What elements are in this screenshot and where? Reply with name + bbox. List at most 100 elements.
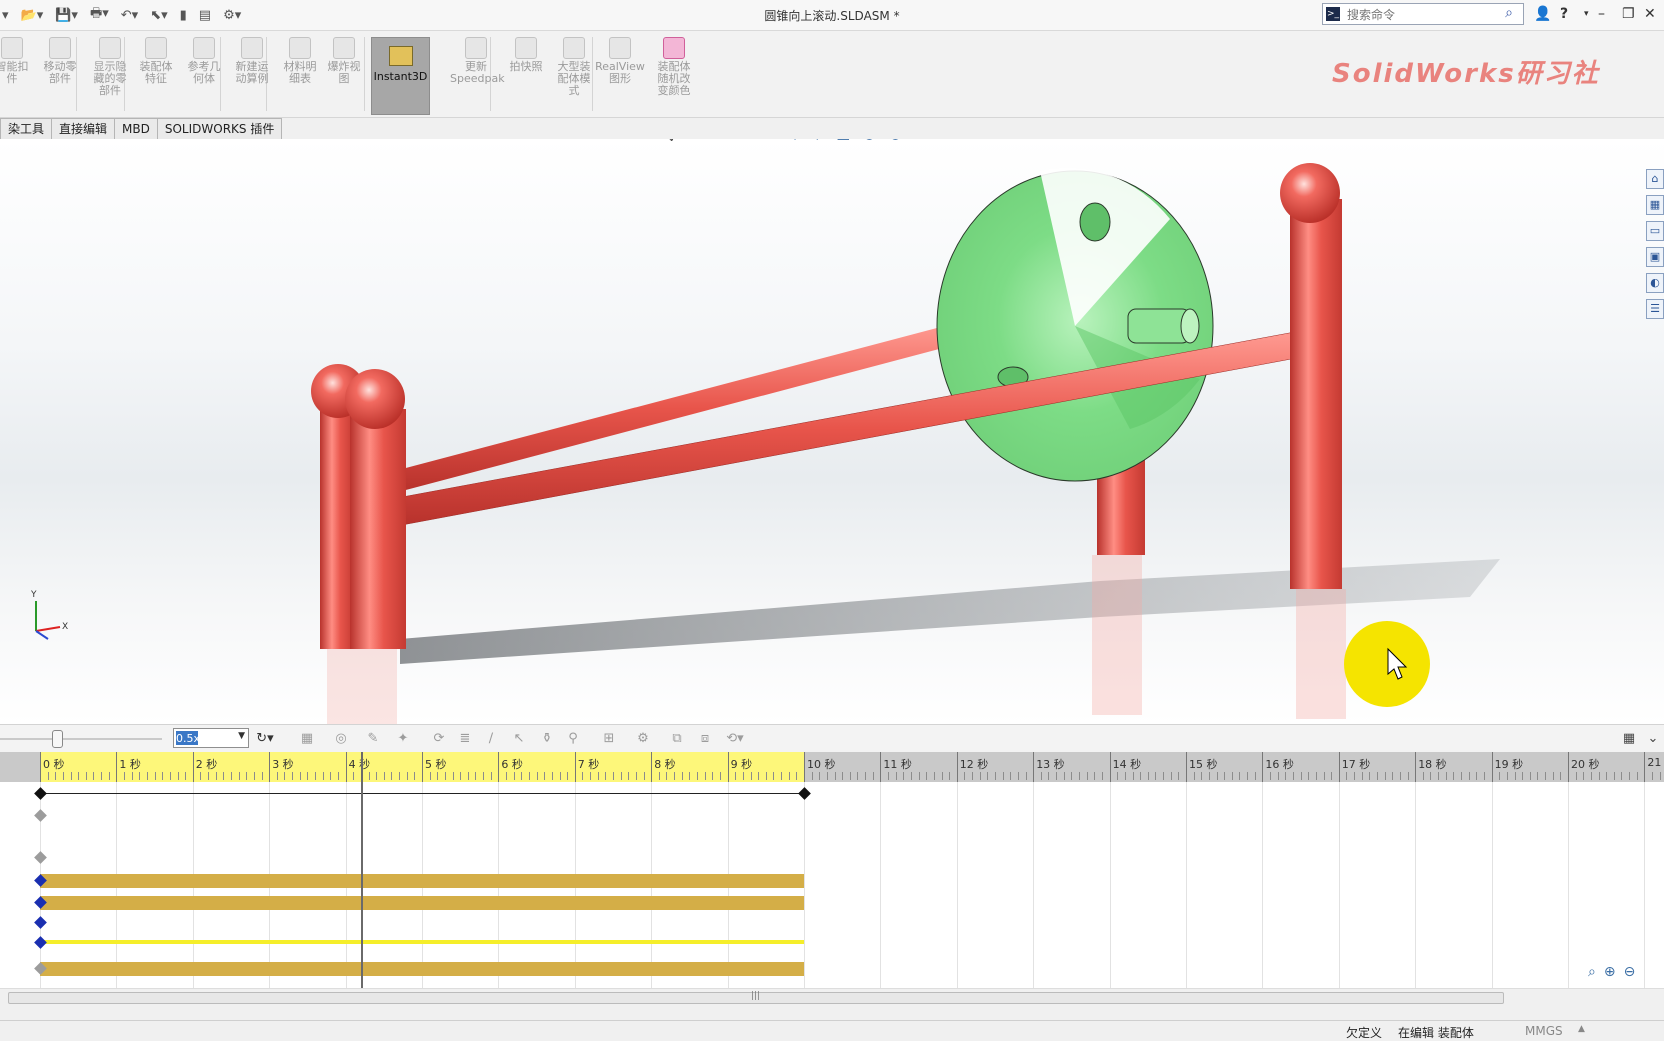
search-commands-box[interactable]: >_ ⌕ xyxy=(1322,3,1524,25)
playback-loop-icon[interactable]: ↻▾ xyxy=(256,730,274,748)
close-icon[interactable]: ✕ xyxy=(1644,6,1656,22)
timeline-scrollbar[interactable]: ||| xyxy=(0,988,1664,1007)
key-diamond[interactable] xyxy=(34,851,47,864)
ribbon-button-new-motion-study[interactable]: 新建运 动算例 xyxy=(226,35,278,85)
motor-icon[interactable]: ⟳ xyxy=(430,730,448,748)
time-slider-track[interactable] xyxy=(0,738,162,740)
time-gridline xyxy=(956,782,958,988)
motor-track-bar[interactable] xyxy=(40,940,804,944)
search-icon[interactable]: ⌕ xyxy=(1505,5,1513,21)
ribbon-button-smart-fastener[interactable]: 智能扣 件 xyxy=(0,35,38,85)
add-key-icon[interactable]: ✦ xyxy=(394,730,412,748)
save-animation-icon[interactable]: ▦ xyxy=(298,730,316,748)
instant3d-label: Instant3D xyxy=(373,70,428,83)
help-button[interactable]: ? xyxy=(1560,6,1568,22)
minor-tick xyxy=(1124,772,1126,780)
damper-icon[interactable]: ∕ xyxy=(482,730,500,748)
key-diamond[interactable] xyxy=(34,916,47,929)
minor-tick xyxy=(1277,772,1279,780)
time-ruler[interactable]: 0 秒 1 秒 2 秒 3 秒 4 秒 5 秒 6 秒 7 秒 8 秒 9 秒 10 秒 11 秒 12… xyxy=(0,752,1664,782)
playback-speed-select[interactable]: ▼ xyxy=(173,728,249,748)
scrollbar-thumb[interactable]: ||| xyxy=(8,991,1504,1004)
help-dropdown-icon[interactable]: ▾ xyxy=(1584,9,1589,19)
end-key-diamond[interactable] xyxy=(798,787,811,800)
ribbon-button-realview[interactable]: RealView 图形 xyxy=(594,35,646,85)
key-diamond[interactable] xyxy=(34,809,47,822)
minor-tick xyxy=(1377,772,1378,780)
time-tick-label: 1 秒 xyxy=(116,752,141,782)
minimize-icon[interactable]: – xyxy=(1598,6,1605,22)
contact-icon[interactable]: ⚱ xyxy=(538,730,556,748)
assembly-model[interactable]: Y X xyxy=(0,139,1664,724)
minor-tick xyxy=(559,772,561,780)
command-tabs: 染工具 直接编辑 MBD SOLIDWORKS 插件 xyxy=(0,118,283,139)
gravity-icon[interactable]: ⚲ xyxy=(564,730,582,748)
minor-tick xyxy=(1094,772,1096,780)
time-slider-thumb[interactable] xyxy=(52,730,63,748)
tab-direct-editing[interactable]: 直接编辑 xyxy=(51,118,116,139)
graphics-area[interactable]: ⤓ 🔍 ⌕ ✎ ▭ ✥ ◆ ◈▾ ▣▾ ◉▾ ◍▾ 🖵▾ ◧ ◨ – ❐ ✕ ⌂… xyxy=(0,139,1664,724)
minor-tick xyxy=(1629,772,1631,780)
minor-tick xyxy=(949,772,951,780)
unit-system-dropdown-icon[interactable]: ▲ xyxy=(1578,1024,1585,1034)
search-input[interactable] xyxy=(1345,6,1499,24)
ribbon-button-exploded-view[interactable]: 爆炸视 图 xyxy=(318,35,370,85)
time-tick-label: 7 秒 xyxy=(574,752,600,782)
minor-tick xyxy=(995,772,996,780)
start-key-diamond[interactable] xyxy=(34,787,47,800)
tab-render-tools[interactable]: 染工具 xyxy=(0,118,53,139)
exploded-view-icon xyxy=(333,37,355,59)
animation-wizard-icon[interactable]: ◎ xyxy=(332,730,350,748)
ribbon-button-label: 显示隐 藏的零 部件 xyxy=(93,60,127,97)
component-track-bar[interactable] xyxy=(40,896,804,910)
tab-mbd[interactable]: MBD xyxy=(114,118,158,139)
minor-tick xyxy=(1056,772,1058,780)
ribbon-button-speedpak[interactable]: 更新 Speedpak xyxy=(450,35,505,85)
unit-system[interactable]: MMGS xyxy=(1525,1024,1563,1038)
ribbon-button-reference-geometry[interactable]: 参考几 何体 xyxy=(178,35,230,85)
time-gridline xyxy=(1415,782,1417,988)
results-plots-icon[interactable]: ⊞ xyxy=(600,730,618,748)
timeline-view-icon[interactable]: ▦ xyxy=(1620,730,1638,748)
ribbon-button-move-component[interactable]: 移动零 部件 xyxy=(34,35,86,85)
force-icon[interactable]: ↖ xyxy=(510,730,528,748)
minor-tick xyxy=(330,772,332,780)
chevron-down-icon[interactable]: ▼ xyxy=(238,731,245,741)
ribbon-button-large-assembly[interactable]: 大型装 配体模 式 xyxy=(548,35,600,97)
expand-timeline-icon[interactable]: ⧈ xyxy=(696,730,714,748)
collapse-motion-manager-icon[interactable]: ⌄ xyxy=(1644,730,1662,748)
time-tick-label: 2 秒 xyxy=(192,752,218,782)
minor-tick xyxy=(1254,772,1256,780)
minor-tick xyxy=(376,772,378,780)
left-post-front xyxy=(350,409,406,649)
minor-tick xyxy=(1636,772,1638,780)
current-time-bar[interactable] xyxy=(360,752,363,988)
collapse-timeline-icon[interactable]: ⧉ xyxy=(668,730,686,748)
ribbon-button-assembly-feature[interactable]: 装配体 特征 xyxy=(130,35,182,85)
motion-study-properties-icon[interactable]: ⚙ xyxy=(634,730,652,748)
minor-tick xyxy=(1522,772,1524,780)
zoom-to-fit-timeline-icon[interactable]: ⌕ xyxy=(1588,964,1596,980)
minor-tick xyxy=(605,772,607,780)
minor-tick xyxy=(208,772,210,780)
zoom-out-timeline-icon[interactable]: ⊖ xyxy=(1624,964,1636,980)
instant3d-button[interactable]: Instant3D xyxy=(371,37,430,115)
time-gridline xyxy=(1033,782,1035,988)
ribbon-button-show-hidden[interactable]: 显示隐 藏的零 部件 xyxy=(84,35,136,97)
autokey-icon[interactable]: ✎ xyxy=(364,730,382,748)
ribbon-button-snapshot[interactable]: 拍快照 xyxy=(500,35,552,73)
playback-speed-input[interactable] xyxy=(176,731,226,745)
key-diamond[interactable] xyxy=(34,936,47,949)
spring-icon[interactable]: ≣ xyxy=(456,730,474,748)
minor-tick xyxy=(139,772,141,780)
minor-tick xyxy=(337,772,339,780)
component-track-bar[interactable] xyxy=(40,874,804,888)
user-icon[interactable]: 👤 xyxy=(1534,6,1551,22)
tab-solidworks-addins[interactable]: SOLIDWORKS 插件 xyxy=(156,118,283,139)
component-track-bar[interactable] xyxy=(40,962,804,976)
ribbon-button-random-color[interactable]: 装配体 随机改 变颜色 xyxy=(648,35,700,97)
zoom-in-timeline-icon[interactable]: ⊕ xyxy=(1604,964,1616,980)
motion-timeline[interactable]: 0 秒 1 秒 2 秒 3 秒 4 秒 5 秒 6 秒 7 秒 8 秒 9 秒 10 秒 11 秒 12… xyxy=(0,752,1664,988)
restore-icon[interactable]: ❐ xyxy=(1622,6,1635,22)
simulation-settings-icon[interactable]: ⟲▾ xyxy=(726,730,744,748)
